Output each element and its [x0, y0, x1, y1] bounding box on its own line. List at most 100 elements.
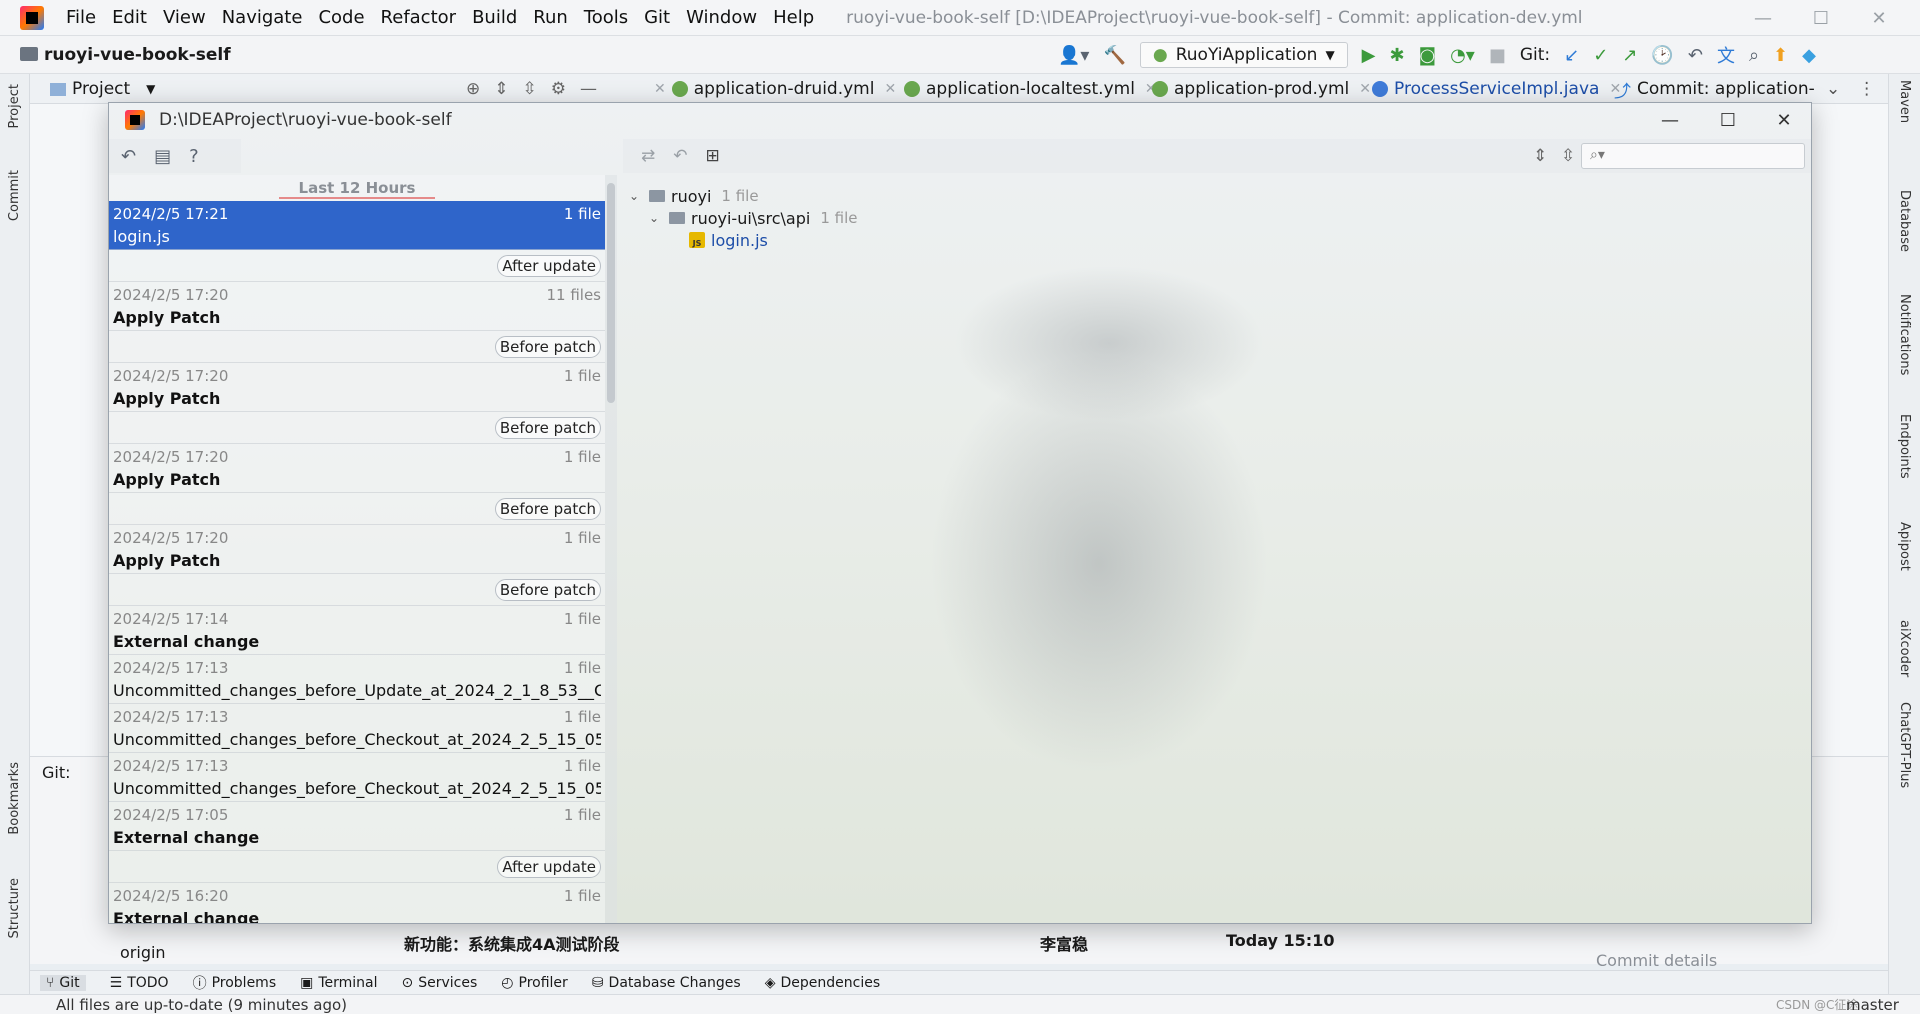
revision-item[interactable]: 2024/2/5 17:13 1 file Uncommitted_changes_…	[109, 704, 605, 753]
revision-item[interactable]: 2024/2/5 17:20 1 file Apply Patch	[109, 444, 605, 493]
menu-git[interactable]: Git	[636, 7, 678, 28]
project-name[interactable]: ruoyi-vue-book-self	[44, 45, 231, 65]
build-hammer-icon[interactable]: 🔨	[1103, 45, 1125, 66]
create-patch-icon[interactable]: ▤	[154, 146, 171, 167]
tool-window-commit[interactable]: Commit	[7, 170, 22, 221]
git-push-icon[interactable]: ↗	[1622, 45, 1637, 66]
chevron-down-icon[interactable]: ⌄	[1826, 79, 1840, 99]
close-icon[interactable]: ✕	[654, 81, 666, 97]
tool-window-endpoints[interactable]: Endpoints	[1897, 414, 1912, 479]
menu-run[interactable]: Run	[525, 7, 576, 28]
tab-application-druid[interactable]: ✕ application-druid.yml ✕	[650, 74, 896, 104]
tool-window-apipost[interactable]: Apipost	[1897, 522, 1912, 571]
tab-application-localtest[interactable]: application-localtest.yml ✕	[904, 74, 1157, 104]
run-icon[interactable]: ▶	[1362, 45, 1376, 66]
show-diff-icon[interactable]: ⇄	[641, 146, 655, 166]
tool-window-structure[interactable]: Structure	[7, 878, 22, 938]
menu-refactor[interactable]: Refactor	[373, 7, 465, 28]
profile-icon[interactable]: ◔▾	[1450, 45, 1475, 66]
rollback-icon[interactable]: ↶	[1688, 45, 1703, 66]
bottom-tab-git[interactable]: ⑂ Git	[40, 974, 86, 991]
stop-icon[interactable]: ■	[1489, 45, 1506, 66]
tab-process-service-impl[interactable]: ProcessServiceImpl.java ✕	[1372, 74, 1621, 104]
run-configuration-select[interactable]: ● RuoYiApplication ▼	[1139, 42, 1348, 68]
status-branch[interactable]: master	[1846, 996, 1899, 1014]
project-panel-header[interactable]: Project ▼	[50, 74, 155, 104]
revert-selection-icon[interactable]: ↶	[673, 146, 687, 166]
collapse-all-icon[interactable]: ⇳	[523, 79, 537, 99]
history-icon[interactable]: 🕑	[1651, 45, 1673, 66]
menu-help[interactable]: Help	[765, 7, 822, 28]
revision-item[interactable]: 2024/2/5 17:20 1 file Apply Patch	[109, 363, 605, 412]
revision-item[interactable]: 2024/2/5 16:20 1 file External change	[109, 883, 605, 923]
close-icon[interactable]: ✕	[1850, 0, 1908, 36]
help-icon[interactable]: ?	[189, 146, 199, 167]
coverage-icon[interactable]: ◙	[1419, 45, 1436, 66]
revert-icon[interactable]: ↶	[121, 146, 136, 167]
group-by-icon[interactable]: ⊞	[706, 146, 720, 166]
revision-item[interactable]: 2024/2/5 17:14 1 file External change	[109, 606, 605, 655]
tool-window-aixcoder[interactable]: aiXcoder	[1897, 620, 1912, 677]
commit-message[interactable]: 新功能：系统集成4A测试阶段	[404, 931, 620, 955]
menu-view[interactable]: View	[155, 7, 214, 28]
hide-icon[interactable]: —	[580, 79, 597, 99]
revision-item[interactable]: 2024/2/5 17:13 1 file Uncommitted_changes_…	[109, 655, 605, 704]
git-commit-icon[interactable]: ✓	[1593, 45, 1608, 66]
menu-tools[interactable]: Tools	[576, 7, 636, 28]
tool-window-bookmarks[interactable]: Bookmarks	[7, 762, 22, 835]
minimize-icon[interactable]: —	[1734, 0, 1792, 36]
tool-window-maven[interactable]: Maven	[1897, 80, 1912, 123]
search-icon[interactable]: ⌕	[1749, 45, 1759, 66]
tree-node-root[interactable]: ⌄ ruoyi 1 file	[629, 185, 759, 207]
changes-search-input[interactable]: ⌕▾	[1581, 143, 1805, 169]
tree-node-dir[interactable]: ⌄ ruoyi-ui\src\api 1 file	[649, 207, 857, 229]
revision-item[interactable]: 2024/2/5 17:20 11 files Apply Patch	[109, 282, 605, 331]
git-update-icon[interactable]: ↙	[1564, 45, 1579, 66]
bottom-tab-services[interactable]: ⊙ Services	[402, 975, 478, 991]
revision-item[interactable]: 2024/2/5 17:05 1 file External change	[109, 802, 605, 851]
bottom-tab-database-changes[interactable]: ⛁ Database Changes	[592, 975, 741, 991]
revision-list-scrollbar[interactable]	[605, 175, 617, 923]
branch-origin[interactable]: origin	[120, 943, 166, 962]
tool-window-project[interactable]: Project	[7, 84, 22, 128]
bottom-tab-problems[interactable]: ⓘ Problems	[193, 973, 277, 993]
bottom-tab-terminal[interactable]: ▣ Terminal	[300, 975, 377, 991]
collapse-all-icon[interactable]: ⇳	[1561, 146, 1575, 166]
tool-window-database[interactable]: Database	[1897, 190, 1912, 252]
debug-icon[interactable]: ✱	[1390, 45, 1405, 66]
minimize-icon[interactable]: —	[1641, 103, 1699, 137]
user-icon[interactable]: 👤▾	[1058, 45, 1089, 66]
gear-icon[interactable]: ⚙	[551, 79, 566, 99]
close-icon[interactable]: ✕	[884, 81, 896, 97]
close-icon[interactable]: ✕	[1755, 103, 1811, 137]
tool-window-chatgpt-plus[interactable]: ChatGPT-Plus	[1897, 702, 1912, 788]
tool-window-notifications[interactable]: Notifications	[1897, 294, 1912, 375]
expand-all-icon[interactable]: ⇕	[1533, 146, 1547, 166]
maximize-icon[interactable]: ☐	[1699, 103, 1757, 137]
bottom-tab-dependencies[interactable]: ◈ Dependencies	[765, 975, 880, 991]
update-badge-icon[interactable]: ⬆	[1773, 45, 1788, 66]
locate-icon[interactable]: ⊕	[466, 79, 480, 99]
menu-code[interactable]: Code	[310, 7, 372, 28]
tab-application-prod[interactable]: application-prod.yml ✕	[1152, 74, 1371, 104]
menu-navigate[interactable]: Navigate	[214, 7, 311, 28]
tree-node-file[interactable]: JS login.js	[689, 229, 768, 251]
revision-item[interactable]: 2024/2/5 17:13 1 file Uncommitted_changes_…	[109, 753, 605, 802]
revision-item[interactable]: 2024/2/5 17:21 1 file login.js	[109, 201, 605, 250]
menu-build[interactable]: Build	[464, 7, 525, 28]
plugin-icon[interactable]: ◆	[1802, 45, 1816, 66]
menu-edit[interactable]: Edit	[104, 7, 155, 28]
menu-window[interactable]: Window	[678, 7, 765, 28]
tab-commit[interactable]: ⤴ Commit: application-de	[1614, 74, 1814, 104]
revision-item[interactable]: 2024/2/5 17:20 1 file Apply Patch	[109, 525, 605, 574]
menu-file[interactable]: File	[58, 7, 104, 28]
translate-icon[interactable]: 文	[1717, 42, 1735, 68]
revision-list[interactable]: Last 12 Hours 2024/2/5 17:21 1 file login.…	[109, 175, 605, 923]
more-icon[interactable]: ⋮	[1858, 79, 1875, 99]
bottom-tab-profiler[interactable]: ◴ Profiler	[501, 975, 568, 991]
close-icon[interactable]: ✕	[1359, 81, 1371, 97]
maximize-icon[interactable]: ☐	[1792, 0, 1850, 36]
expand-all-icon[interactable]: ⇕	[494, 79, 508, 99]
scrollbar-thumb[interactable]	[607, 183, 615, 403]
bottom-tab-todo[interactable]: ☰ TODO	[110, 975, 169, 991]
